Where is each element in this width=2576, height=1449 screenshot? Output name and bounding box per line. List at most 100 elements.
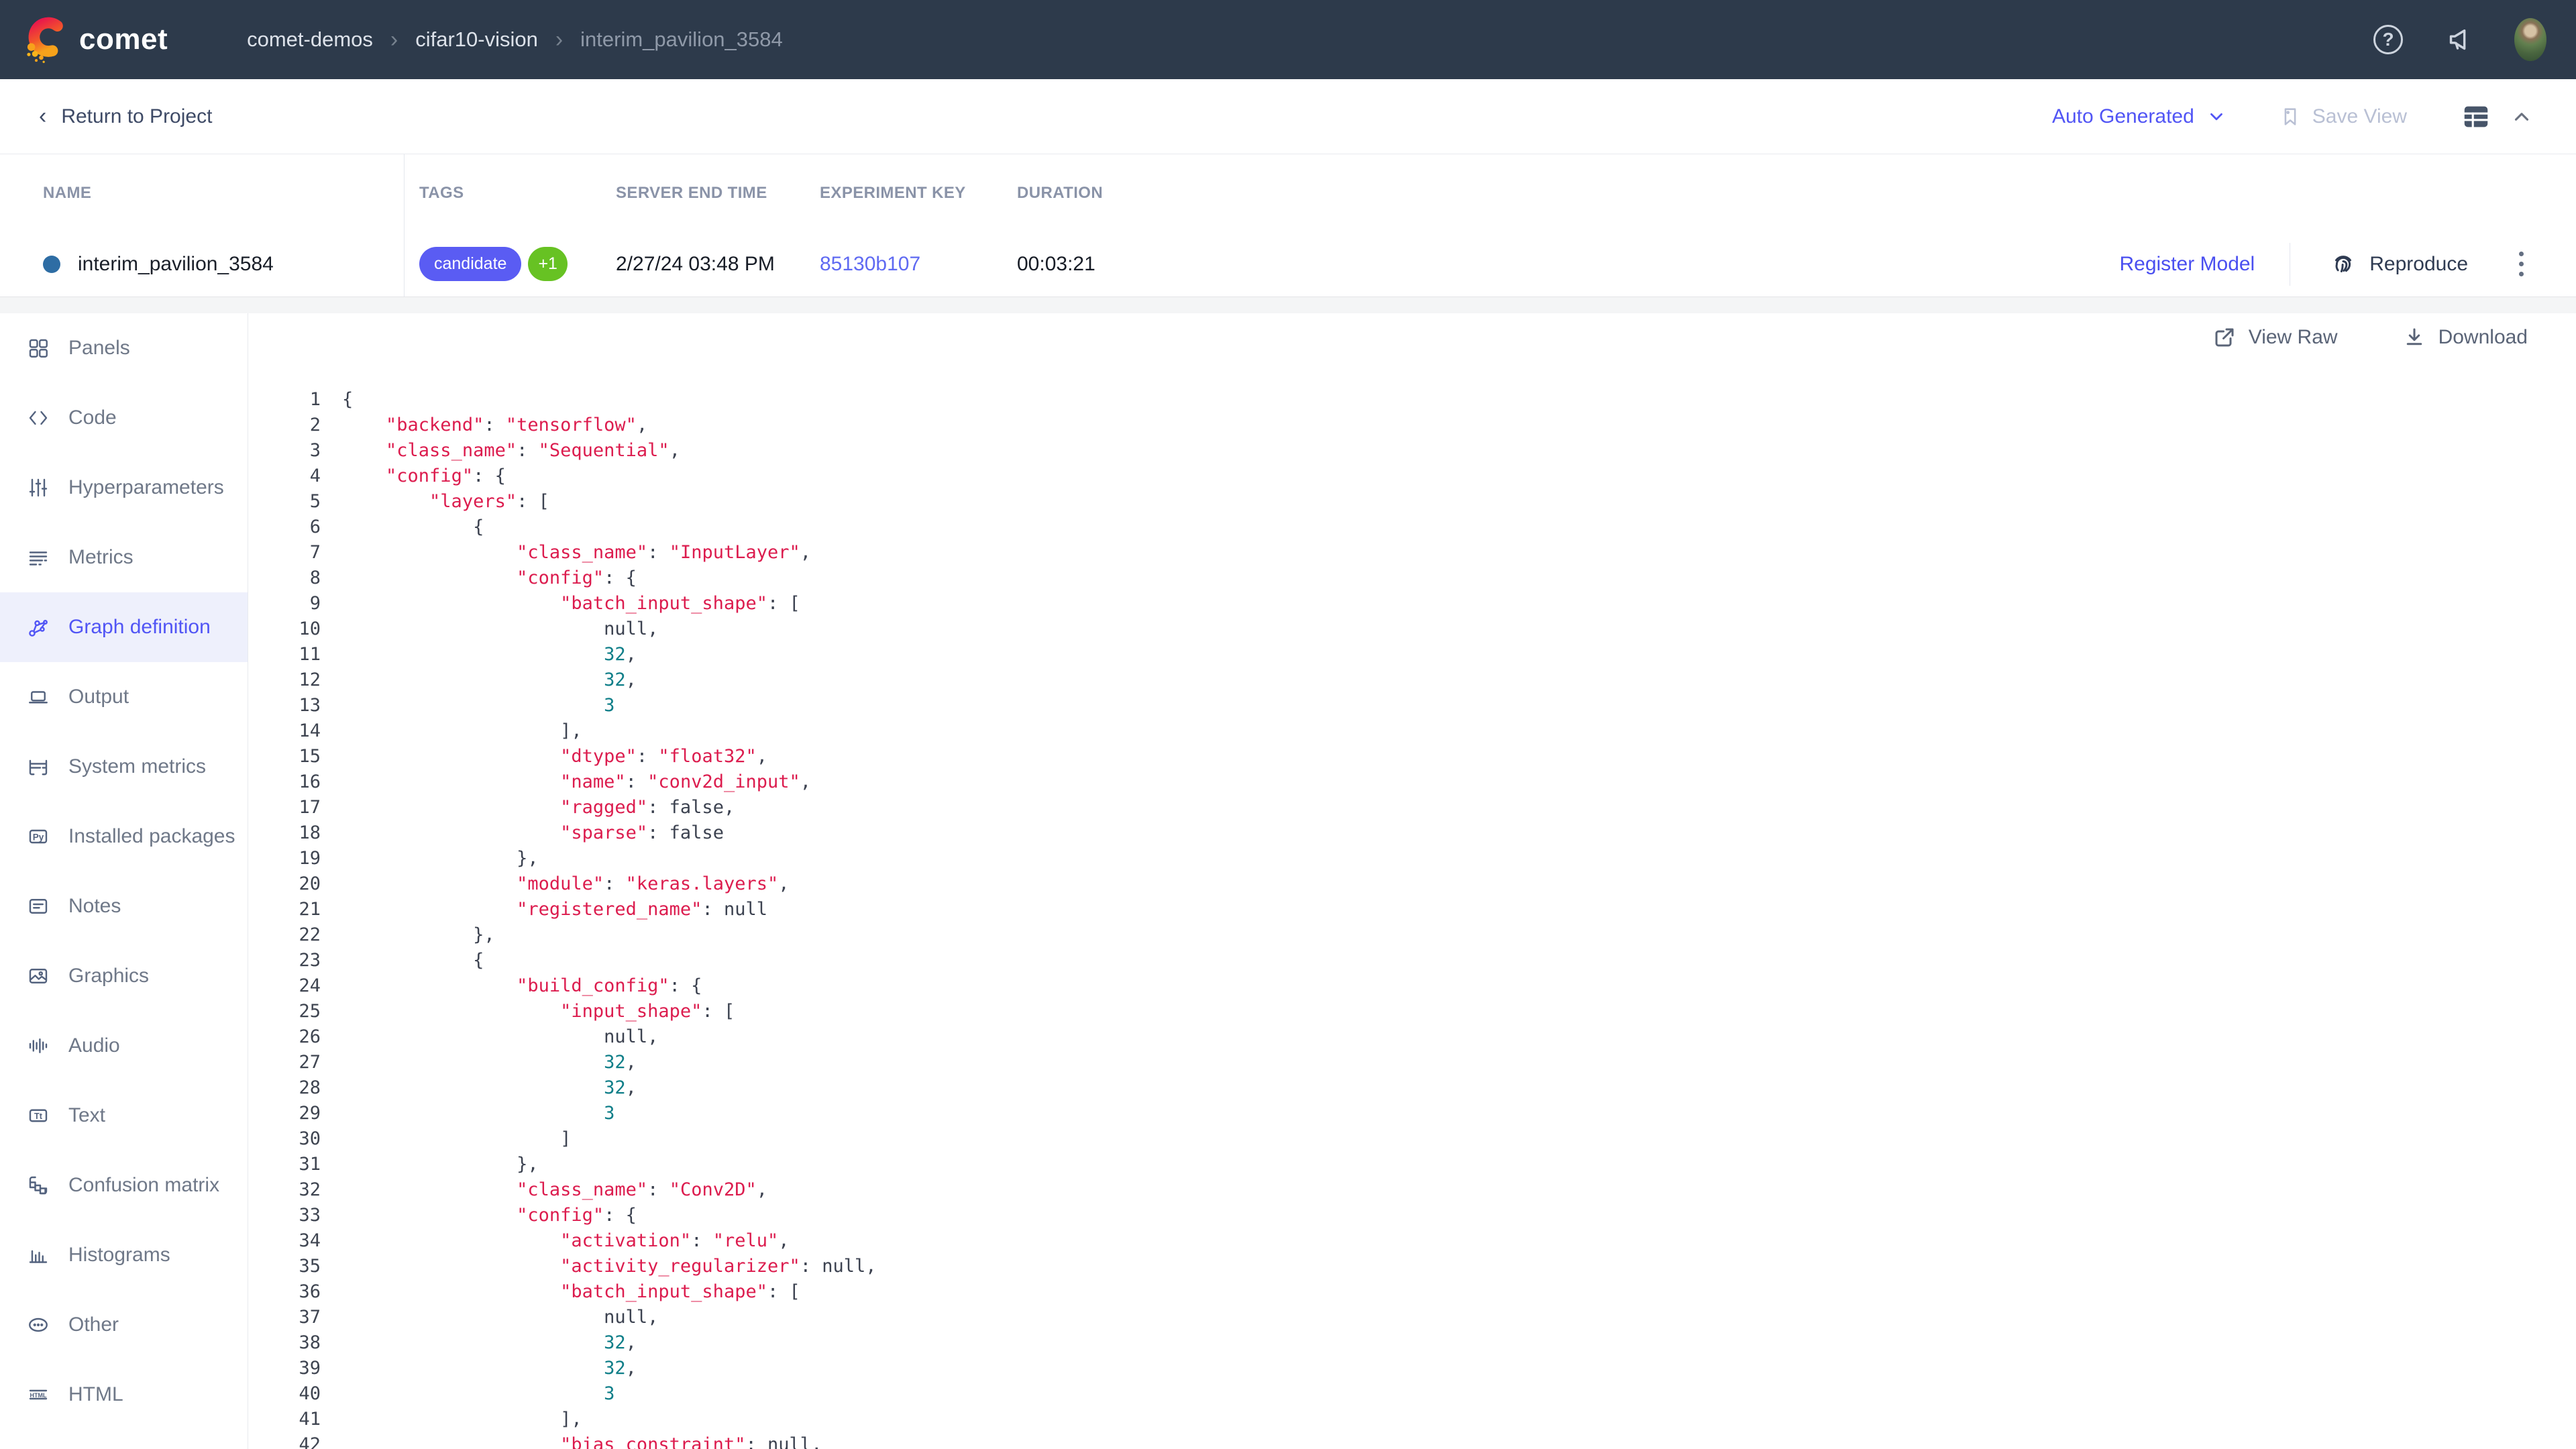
code-line: 15 "dtype": "float32", (248, 744, 2576, 769)
download-button[interactable]: Download (2402, 325, 2528, 350)
chevron-up-icon[interactable] (2510, 105, 2533, 128)
experiment-key-link[interactable]: 85130b107 (820, 253, 920, 275)
code-line: 16 "name": "conv2d_input", (248, 769, 2576, 795)
breadcrumb-separator: › (555, 28, 563, 51)
code-viewer[interactable]: 1{2 "backend": "tensorflow",3 "class_nam… (248, 387, 2576, 1449)
code-line: 9 "batch_input_shape": [ (248, 591, 2576, 616)
row-menu-kebab-icon[interactable] (2515, 248, 2528, 280)
column-header-name[interactable]: NAME (43, 184, 91, 203)
comet-logo-icon (20, 15, 70, 64)
return-to-project-button[interactable]: ‹ Return to Project (39, 103, 212, 129)
save-view-label: Save View (2312, 105, 2407, 128)
code-line: 19 }, (248, 846, 2576, 871)
graph-definition-panel: View Raw Download 1{2 "backend": "tensor… (248, 313, 2576, 1449)
code-line: 12 32, (248, 667, 2576, 693)
line-number: 21 (248, 897, 342, 922)
code-line: 30 ] (248, 1126, 2576, 1152)
sidebar-item-installed-packages[interactable]: Py Installed packages (0, 802, 248, 871)
column-header-experiment-key[interactable]: EXPERIMENT KEY (820, 184, 966, 202)
server-end-time-value: 2/27/24 03:48 PM (616, 253, 775, 275)
page-header: ‹ Return to Project Auto Generated Save … (0, 79, 2576, 154)
help-icon: ? (2373, 25, 2403, 54)
external-link-icon (2212, 325, 2237, 350)
code-line: 2 "backend": "tensorflow", (248, 413, 2576, 438)
sidebar-item-audio[interactable]: Audio (0, 1011, 248, 1081)
view-selector-label: Auto Generated (2052, 105, 2194, 128)
line-number: 40 (248, 1381, 342, 1407)
sidebar-item-other[interactable]: Other (0, 1290, 248, 1360)
line-number: 11 (248, 642, 342, 667)
sidebar-item-code[interactable]: Code (0, 383, 248, 453)
sidebar-item-metrics[interactable]: Metrics (0, 523, 248, 592)
sidebar-item-graphics[interactable]: Graphics (0, 941, 248, 1011)
line-number: 9 (248, 591, 342, 616)
sidebar-item-histograms[interactable]: Histograms (0, 1220, 248, 1290)
return-label: Return to Project (61, 105, 212, 128)
code-line: 6 { (248, 515, 2576, 540)
line-number: 37 (248, 1305, 342, 1330)
register-model-button[interactable]: Register Model (2119, 253, 2255, 276)
breadcrumb-project[interactable]: cifar10-vision (415, 28, 538, 52)
column-header-server-end-time[interactable]: SERVER END TIME (616, 184, 767, 202)
code-line: 5 "layers": [ (248, 489, 2576, 515)
line-number: 35 (248, 1254, 342, 1279)
line-number: 16 (248, 769, 342, 795)
user-avatar[interactable] (2514, 23, 2546, 56)
code-line: 21 "registered_name": null (248, 897, 2576, 922)
megaphone-icon (2444, 24, 2475, 55)
line-number: 31 (248, 1152, 342, 1177)
save-view-button[interactable]: Save View (2279, 105, 2407, 128)
code-line: 31 }, (248, 1152, 2576, 1177)
image-icon (25, 963, 51, 989)
svg-text:HTML: HTML (30, 1392, 47, 1399)
comet-logo[interactable]: comet (20, 15, 168, 64)
experiment-name[interactable]: interim_pavilion_3584 (78, 253, 274, 276)
table-layout-icon[interactable] (2461, 101, 2491, 132)
code-line: 11 32, (248, 642, 2576, 667)
line-number: 12 (248, 667, 342, 693)
line-number: 29 (248, 1101, 342, 1126)
html-icon: HTML (25, 1382, 51, 1407)
system-metrics-icon (25, 754, 51, 780)
code-line: 35 "activity_regularizer": null, (248, 1254, 2576, 1279)
sidebar-item-output[interactable]: Output (0, 662, 248, 732)
sidebar-item-html[interactable]: HTML HTML (0, 1360, 248, 1430)
reproduce-button[interactable]: Reproduce (2329, 250, 2468, 278)
column-header-tags[interactable]: TAGS (419, 184, 464, 203)
tag-more-badge[interactable]: +1 (528, 247, 568, 281)
sidebar-item-confusion-matrix[interactable]: Confusion matrix (0, 1150, 248, 1220)
line-number: 32 (248, 1177, 342, 1203)
code-line: 26 null, (248, 1024, 2576, 1050)
breadcrumb-workspace[interactable]: comet-demos (247, 28, 373, 52)
announcements-button[interactable] (2443, 23, 2475, 56)
chevron-left-icon: ‹ (39, 103, 46, 129)
sidebar-item-graph-definition[interactable]: Graph definition (0, 592, 248, 662)
sidebar-item-system-metrics[interactable]: System metrics (0, 732, 248, 802)
code-line: 42 "bias_constraint": null, (248, 1432, 2576, 1449)
line-number: 19 (248, 846, 342, 871)
code-icon (25, 405, 51, 431)
tag-badge[interactable]: candidate (419, 247, 521, 281)
duration-value: 00:03:21 (1017, 253, 1095, 275)
graph-icon (25, 614, 51, 640)
sidebar-item-text[interactable]: Tt Text (0, 1081, 248, 1150)
download-label: Download (2438, 326, 2528, 349)
column-header-duration[interactable]: DURATION (1017, 184, 1103, 202)
view-raw-button[interactable]: View Raw (2212, 325, 2338, 350)
code-line: 38 32, (248, 1330, 2576, 1356)
code-line: 34 "activation": "relu", (248, 1228, 2576, 1254)
view-selector-dropdown[interactable]: Auto Generated (2052, 105, 2226, 128)
sidebar-item-hyperparameters[interactable]: Hyperparameters (0, 453, 248, 523)
line-number: 3 (248, 438, 342, 464)
code-line: 28 32, (248, 1075, 2576, 1101)
sidebar-item-notes[interactable]: Notes (0, 871, 248, 941)
code-line: 10 null, (248, 616, 2576, 642)
sidebar-item-panels[interactable]: Panels (0, 313, 248, 383)
code-line: 41 ], (248, 1407, 2576, 1432)
help-button[interactable]: ? (2372, 23, 2404, 56)
code-line: 33 "config": { (248, 1203, 2576, 1228)
experiment-row[interactable]: interim_pavilion_3584 candidate +1 2/27/… (0, 231, 2576, 297)
laptop-icon (25, 684, 51, 710)
experiment-sidebar: Panels Code Hyperparameters Metrics Grap… (0, 313, 248, 1449)
line-number: 42 (248, 1432, 342, 1449)
